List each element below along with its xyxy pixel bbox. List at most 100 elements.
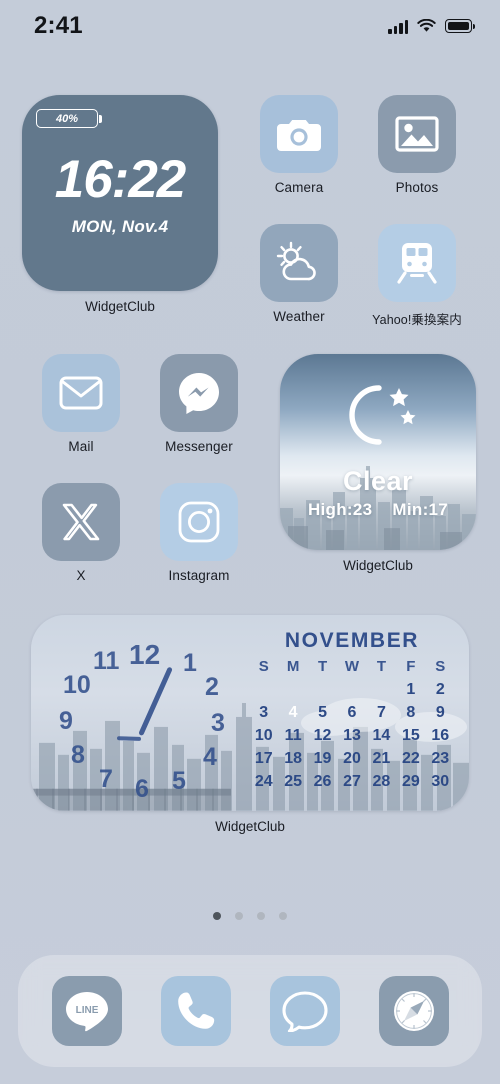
calendar-day: 15: [401, 727, 420, 744]
analog-numeral: 10: [63, 671, 91, 699]
calendar-day: 24: [254, 773, 273, 790]
photos-icon-tile[interactable]: [378, 95, 456, 173]
instagram-icon-tile[interactable]: [160, 483, 238, 561]
calendar-day: 6: [347, 704, 357, 721]
cellular-bars-icon: [388, 19, 408, 34]
wifi-icon: [417, 19, 436, 33]
app-x[interactable]: X: [22, 483, 140, 583]
calendar-day: 22: [401, 750, 420, 767]
calendar-day: 14: [372, 727, 391, 744]
battery-icon: [445, 19, 475, 33]
calendar-blank-cell: .: [367, 678, 396, 701]
crescent-moon-stars-icon: [349, 385, 416, 445]
calendar-day: 12: [313, 727, 332, 744]
calendar-day: 10: [254, 727, 273, 744]
app-mail[interactable]: Mail: [22, 354, 140, 454]
dock-app-messages[interactable]: [269, 976, 340, 1046]
calendar-day: 25: [284, 773, 303, 790]
phone-icon: [177, 992, 214, 1029]
calendar-day: 29: [401, 773, 420, 790]
calendar-month-title: NOVEMBER: [284, 629, 420, 652]
grid-row-2: Mail Messenger X Instagram Clear High:23…: [0, 354, 500, 583]
camera-icon-tile[interactable]: [260, 95, 338, 173]
app-messenger[interactable]: Messenger: [140, 354, 258, 454]
month-calendar: NOVEMBER SMTWTFS .....123456789101112131…: [249, 615, 469, 811]
weather-icon-tile[interactable]: [260, 224, 338, 302]
home-screen: 2:41 40% 16:22 MON, Nov.4 WidgetClub Cam…: [0, 0, 500, 1084]
page-dot-2[interactable]: [257, 912, 265, 920]
calendar-day: 3: [259, 704, 269, 721]
status-bar: 2:41: [0, 0, 500, 52]
calendar-day-header-6: S: [435, 658, 446, 675]
calendar-day: 5: [318, 704, 328, 721]
calendar-day: 16: [431, 727, 450, 744]
app-photos[interactable]: Photos: [358, 95, 476, 195]
calendar-day-header-3: W: [344, 658, 360, 675]
status-bar-icons: [388, 19, 475, 34]
calendar-blank-cell: .: [278, 678, 307, 701]
train-icon: [397, 243, 437, 284]
widget-digital-date: MON, Nov.4: [71, 217, 169, 236]
app-label: Mail: [68, 439, 94, 454]
app-label: Messenger: [165, 439, 233, 454]
clock-widget[interactable]: 40% 16:22 MON, Nov.4 WidgetClub: [22, 95, 218, 314]
dock-app-phone[interactable]: [160, 976, 231, 1046]
grid-row-3: 1 2 3 4 5 6 7 8 9 10 11 12 NOVEMBER S M …: [0, 615, 500, 834]
analog-numeral: 6: [135, 775, 149, 803]
x-icon: [62, 503, 100, 541]
calendar-day-header-1: M: [286, 658, 300, 675]
page-indicator[interactable]: [0, 912, 500, 920]
widget-label: WidgetClub: [343, 558, 413, 573]
calendar-day: 9: [435, 704, 445, 721]
messenger-icon-tile[interactable]: [160, 354, 238, 432]
weather-widget[interactable]: Clear High:23 Min:17 WidgetClub: [280, 354, 476, 573]
app-label: Photos: [395, 180, 439, 195]
calendar-day: 19: [313, 750, 332, 767]
analog-numeral: 3: [211, 709, 225, 737]
dock-app-safari[interactable]: [378, 976, 449, 1046]
analog-numeral: 8: [71, 741, 85, 769]
messenger-icon: [179, 373, 219, 414]
page-dot-0[interactable]: [213, 912, 221, 920]
x-icon-tile[interactable]: [42, 483, 120, 561]
weather-condition: Clear: [342, 466, 414, 496]
calendar-day: 21: [372, 750, 391, 767]
app-yahoo-transit[interactable]: Yahoo!乗換案内: [358, 224, 476, 328]
calendar-day: 28: [372, 773, 391, 790]
calendar-clock-widget[interactable]: 1 2 3 4 5 6 7 8 9 10 11 12 NOVEMBER S M …: [31, 615, 469, 834]
analog-clock: 1 2 3 4 5 6 7 8 9 10 11 12: [31, 615, 249, 811]
app-weather[interactable]: Weather: [240, 224, 358, 328]
calendar-blank-cell: .: [337, 678, 366, 701]
widget-label: WidgetClub: [215, 819, 285, 834]
analog-numeral: 2: [205, 673, 219, 701]
analog-numeral: 9: [59, 707, 73, 735]
safari-icon: [393, 991, 434, 1031]
calendar-blank-cell: .: [249, 678, 278, 701]
app-label: X: [76, 568, 86, 583]
page-dot-3[interactable]: [279, 912, 287, 920]
analog-numeral: 12: [129, 639, 161, 670]
calendar-day: 18: [284, 750, 303, 767]
mail-icon-tile[interactable]: [42, 354, 120, 432]
page-dot-1[interactable]: [235, 912, 243, 920]
calendar-day: 11: [284, 727, 302, 744]
analog-numeral: 4: [203, 743, 217, 771]
grid-row-1: 40% 16:22 MON, Nov.4 WidgetClub Camera P…: [0, 95, 500, 328]
app-camera[interactable]: Camera: [240, 95, 358, 195]
calendar-day: 1: [406, 681, 416, 698]
calendar-day: 17: [254, 750, 273, 767]
calendar-day: 30: [431, 773, 450, 790]
calendar-day-today: 4: [278, 701, 307, 724]
dock-app-line[interactable]: LINE: [51, 976, 122, 1046]
calendar-day-header-2: T: [317, 658, 328, 675]
train-icon-tile[interactable]: [378, 224, 456, 302]
status-bar-time: 2:41: [34, 12, 83, 39]
calendar-day: 23: [431, 750, 450, 767]
analog-numeral: 1: [183, 649, 197, 677]
analog-numeral: 7: [99, 765, 113, 793]
analog-numeral: 5: [172, 767, 186, 795]
clock-minute-hand: [138, 666, 173, 736]
app-instagram[interactable]: Instagram: [140, 483, 258, 583]
photos-icon: [395, 116, 439, 152]
app-label: Instagram: [168, 568, 230, 583]
